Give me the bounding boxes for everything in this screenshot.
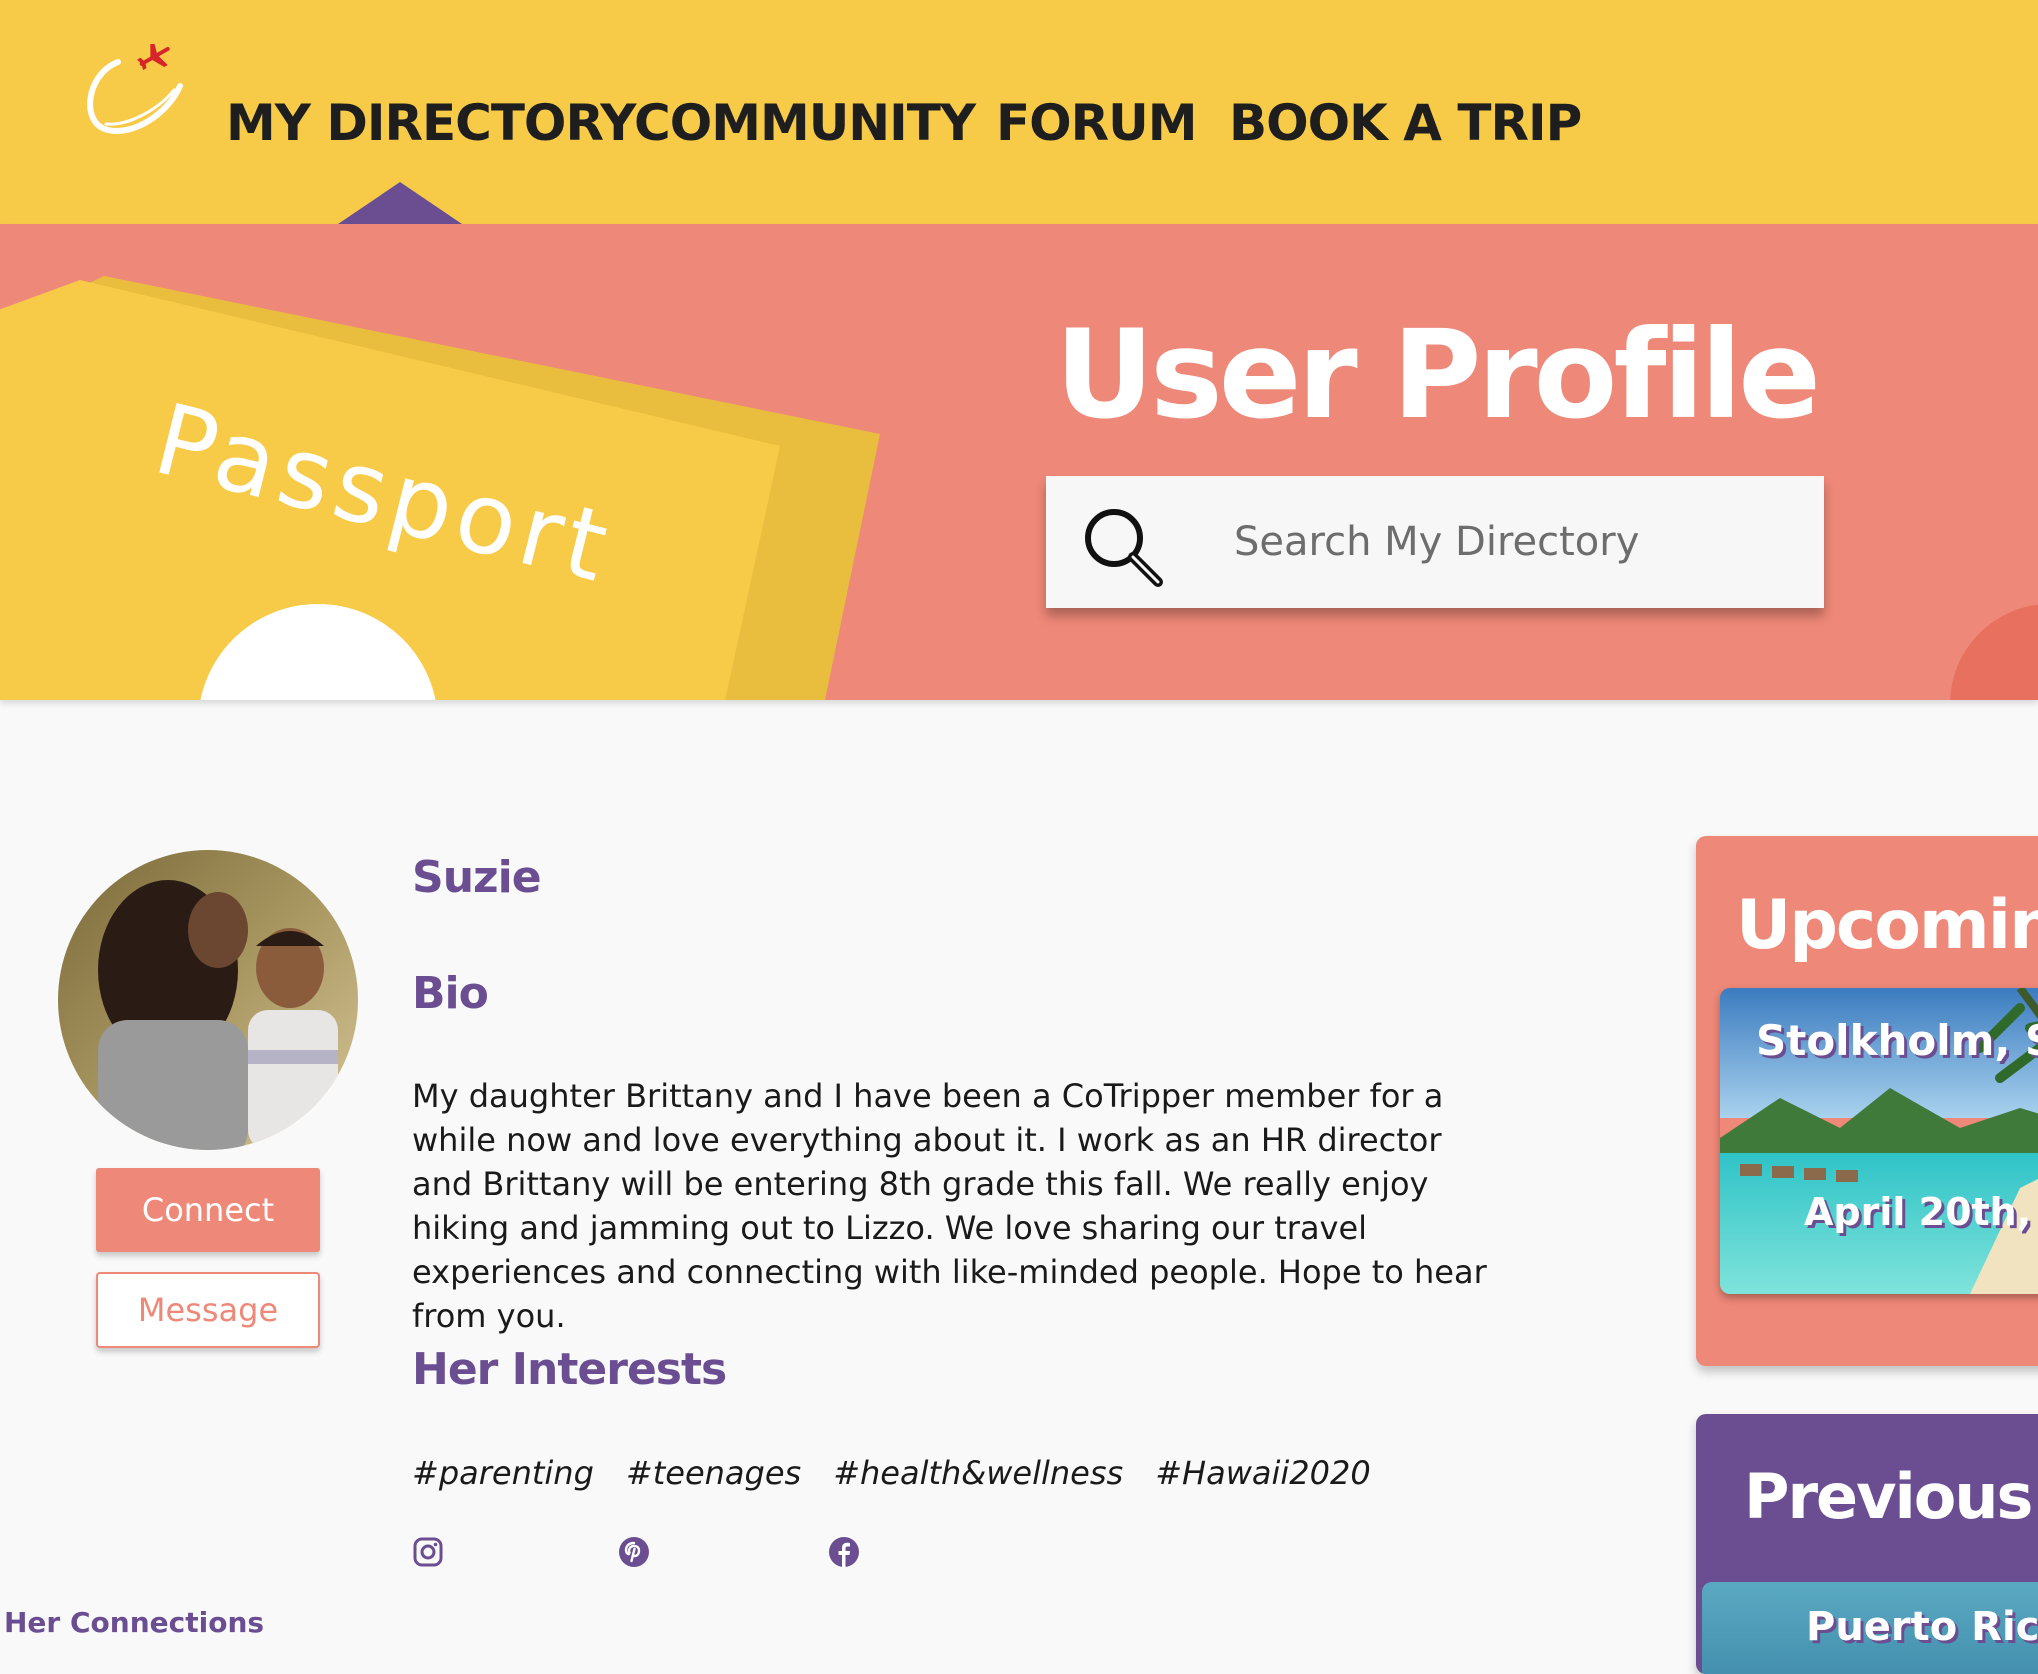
interests-heading: Her Interests	[412, 1344, 727, 1395]
nav-item-book-a-trip[interactable]: BOOK A TRIP	[1229, 88, 1582, 158]
previous-title: Previous Trip	[1744, 1460, 2038, 1533]
interest-tag[interactable]: #teenages	[626, 1454, 801, 1492]
previous-trip-tile[interactable]: Puerto Rico	[1702, 1582, 2038, 1674]
pinterest-icon[interactable]	[618, 1536, 650, 1568]
passport-illustration: Passport	[0, 276, 880, 700]
hero-corner-shape	[1950, 604, 2038, 700]
upcoming-title: Upcoming	[1736, 886, 2038, 965]
hero-banner: Passport User Profile	[0, 224, 2038, 700]
nav-item-community[interactable]: COMMUNITY	[634, 88, 976, 158]
search-input[interactable]	[1232, 476, 1792, 608]
interest-tag[interactable]: #health&wellness	[833, 1454, 1123, 1492]
bio-text: My daughter Brittany and I have been a C…	[412, 1077, 1487, 1335]
upcoming-trip-date: April 20th, 196	[1804, 1190, 2038, 1234]
upcoming-trips-card: Upcoming	[1696, 836, 2038, 1366]
bio-heading: Bio	[412, 968, 489, 1019]
message-button[interactable]: Message	[96, 1272, 320, 1348]
search-icon[interactable]	[1076, 500, 1170, 594]
top-nav: MY DIRECTORY COMMUNITY FORUM BOOK A TRIP	[0, 0, 2038, 224]
search-box[interactable]	[1046, 476, 1824, 608]
active-nav-indicator	[338, 182, 462, 224]
connect-button[interactable]: Connect	[96, 1168, 320, 1252]
previous-trips-card: Previous Trip Puerto Rico	[1696, 1414, 2038, 1674]
facebook-icon[interactable]	[828, 1536, 860, 1568]
page-title: User Profile	[1055, 304, 1821, 446]
avatar	[58, 850, 358, 1150]
upcoming-trip-tile[interactable]: Stolkholm, Swe April 20th, 196	[1720, 988, 2038, 1294]
nav-item-forum[interactable]: FORUM	[996, 88, 1198, 158]
interest-tag[interactable]: #parenting	[412, 1454, 594, 1492]
interest-tag[interactable]: #Hawaii2020	[1155, 1454, 1370, 1492]
previous-trip-city: Puerto Rico	[1806, 1604, 2038, 1650]
upcoming-trip-city: Stolkholm, Swe	[1756, 1016, 2038, 1065]
interest-tags: #parenting #teenages #health&wellness #H…	[412, 1454, 1371, 1492]
cotripper-logo-icon[interactable]	[78, 44, 188, 144]
instagram-icon[interactable]	[412, 1536, 444, 1568]
profile-name: Suzie	[412, 852, 542, 903]
connections-heading: Her Connections	[4, 1606, 265, 1639]
nav-item-my-directory[interactable]: MY DIRECTORY	[226, 88, 636, 158]
